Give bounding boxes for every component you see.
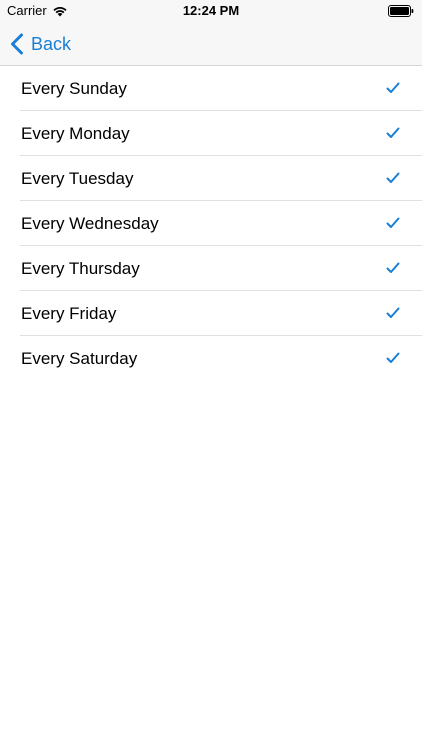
navigation-bar: Back [0,22,422,66]
clock: 12:24 PM [182,3,240,18]
list-item-label: Every Tuesday [21,168,134,188]
status-bar: Carrier 12:24 PM [0,0,422,22]
list-item-wednesday[interactable]: Every Wednesday [0,201,422,246]
checkmark-icon [386,172,400,183]
list-item-saturday[interactable]: Every Saturday [0,336,422,381]
chevron-left-icon [11,33,23,55]
checkmark-icon [386,82,400,93]
list-item-label: Every Saturday [21,348,138,368]
checkmark-icon [386,127,400,138]
checkmark-icon [386,262,400,273]
list-item-thursday[interactable]: Every Thursday [0,246,422,291]
battery-icon [388,5,414,17]
list-item-monday[interactable]: Every Monday [0,111,422,156]
checkmark-icon [386,217,400,228]
checkmark-icon [386,352,400,363]
back-label: Back [31,33,72,54]
list-item-label: Every Thursday [21,258,140,278]
back-button[interactable]: Back [10,30,71,58]
checkmark-icon [386,307,400,318]
list-item-label: Every Wednesday [21,213,159,233]
list-item-friday[interactable]: Every Friday [0,291,422,336]
list-item-label: Every Monday [21,123,130,143]
repeat-days-list: Every Sunday Every Monday Every Tuesday … [0,66,422,381]
list-item-tuesday[interactable]: Every Tuesday [0,156,422,201]
list-item-label: Every Sunday [21,78,127,98]
list-item-label: Every Friday [21,303,117,323]
list-item-sunday[interactable]: Every Sunday [0,66,422,111]
